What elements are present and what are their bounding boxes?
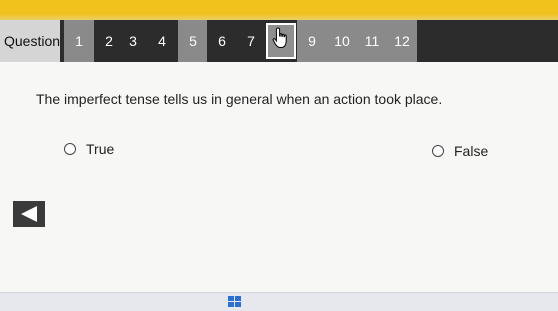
question-text: The imperfect tense tells us in general … bbox=[36, 91, 443, 107]
question-1-button[interactable]: 1 bbox=[64, 20, 94, 62]
question-label: Question bbox=[0, 20, 60, 62]
question-11-button[interactable]: 11 bbox=[357, 20, 387, 62]
question-3-button[interactable]: 3 bbox=[118, 20, 148, 62]
question-4-button[interactable]: 4 bbox=[147, 20, 177, 62]
option-false[interactable]: False bbox=[432, 143, 488, 159]
option-false-label: False bbox=[454, 143, 489, 159]
question-7-button[interactable]: 7 bbox=[236, 20, 266, 62]
os-taskbar bbox=[0, 292, 558, 311]
question-6-button[interactable]: 6 bbox=[207, 20, 237, 62]
question-5-button[interactable]: 5 bbox=[178, 20, 208, 62]
option-true[interactable]: True bbox=[64, 141, 114, 157]
arrow-left-icon bbox=[21, 206, 37, 222]
hand-cursor-icon bbox=[272, 27, 287, 48]
radio-false[interactable] bbox=[432, 145, 444, 157]
option-true-label: True bbox=[86, 141, 115, 157]
question-9-button[interactable]: 9 bbox=[297, 20, 327, 62]
question-12-button[interactable]: 12 bbox=[387, 20, 417, 62]
top-yellow-strip bbox=[0, 0, 558, 20]
previous-button[interactable] bbox=[13, 201, 45, 227]
radio-true[interactable] bbox=[64, 143, 76, 155]
question-10-button[interactable]: 10 bbox=[327, 20, 357, 62]
windows-logo-icon[interactable] bbox=[228, 296, 242, 308]
